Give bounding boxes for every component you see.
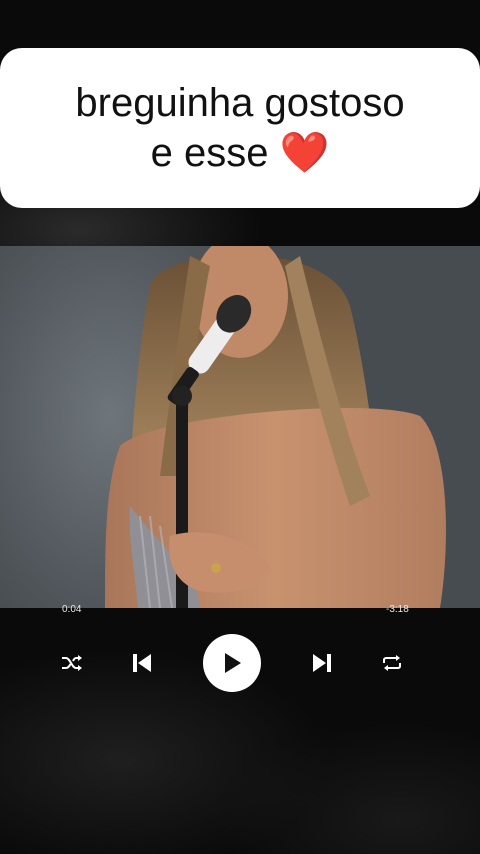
elapsed-time: 0:04 (62, 604, 82, 615)
player-controls (0, 633, 480, 693)
skip-next-icon (313, 654, 331, 672)
video-frame[interactable] (0, 246, 480, 608)
repeat-icon (383, 655, 401, 671)
caption-line-2-text: e esse (150, 131, 269, 175)
previous-button[interactable] (126, 633, 158, 693)
play-icon (225, 653, 241, 673)
caption-line-2: e esse ❤️ (151, 128, 330, 178)
caption-card: breguinha gostoso e esse ❤️ (0, 48, 480, 208)
caption-line-1: breguinha gostoso (75, 81, 405, 125)
repeat-button[interactable] (376, 633, 408, 693)
shuffle-button[interactable] (56, 633, 88, 693)
play-button[interactable] (202, 633, 262, 693)
singer-illustration (105, 246, 446, 608)
heart-emoji: ❤️ (279, 131, 330, 175)
remaining-time: -3:18 (386, 604, 409, 615)
shuffle-icon (62, 655, 82, 671)
play-circle (203, 634, 261, 692)
skip-previous-icon (133, 654, 151, 672)
next-button[interactable] (306, 633, 338, 693)
